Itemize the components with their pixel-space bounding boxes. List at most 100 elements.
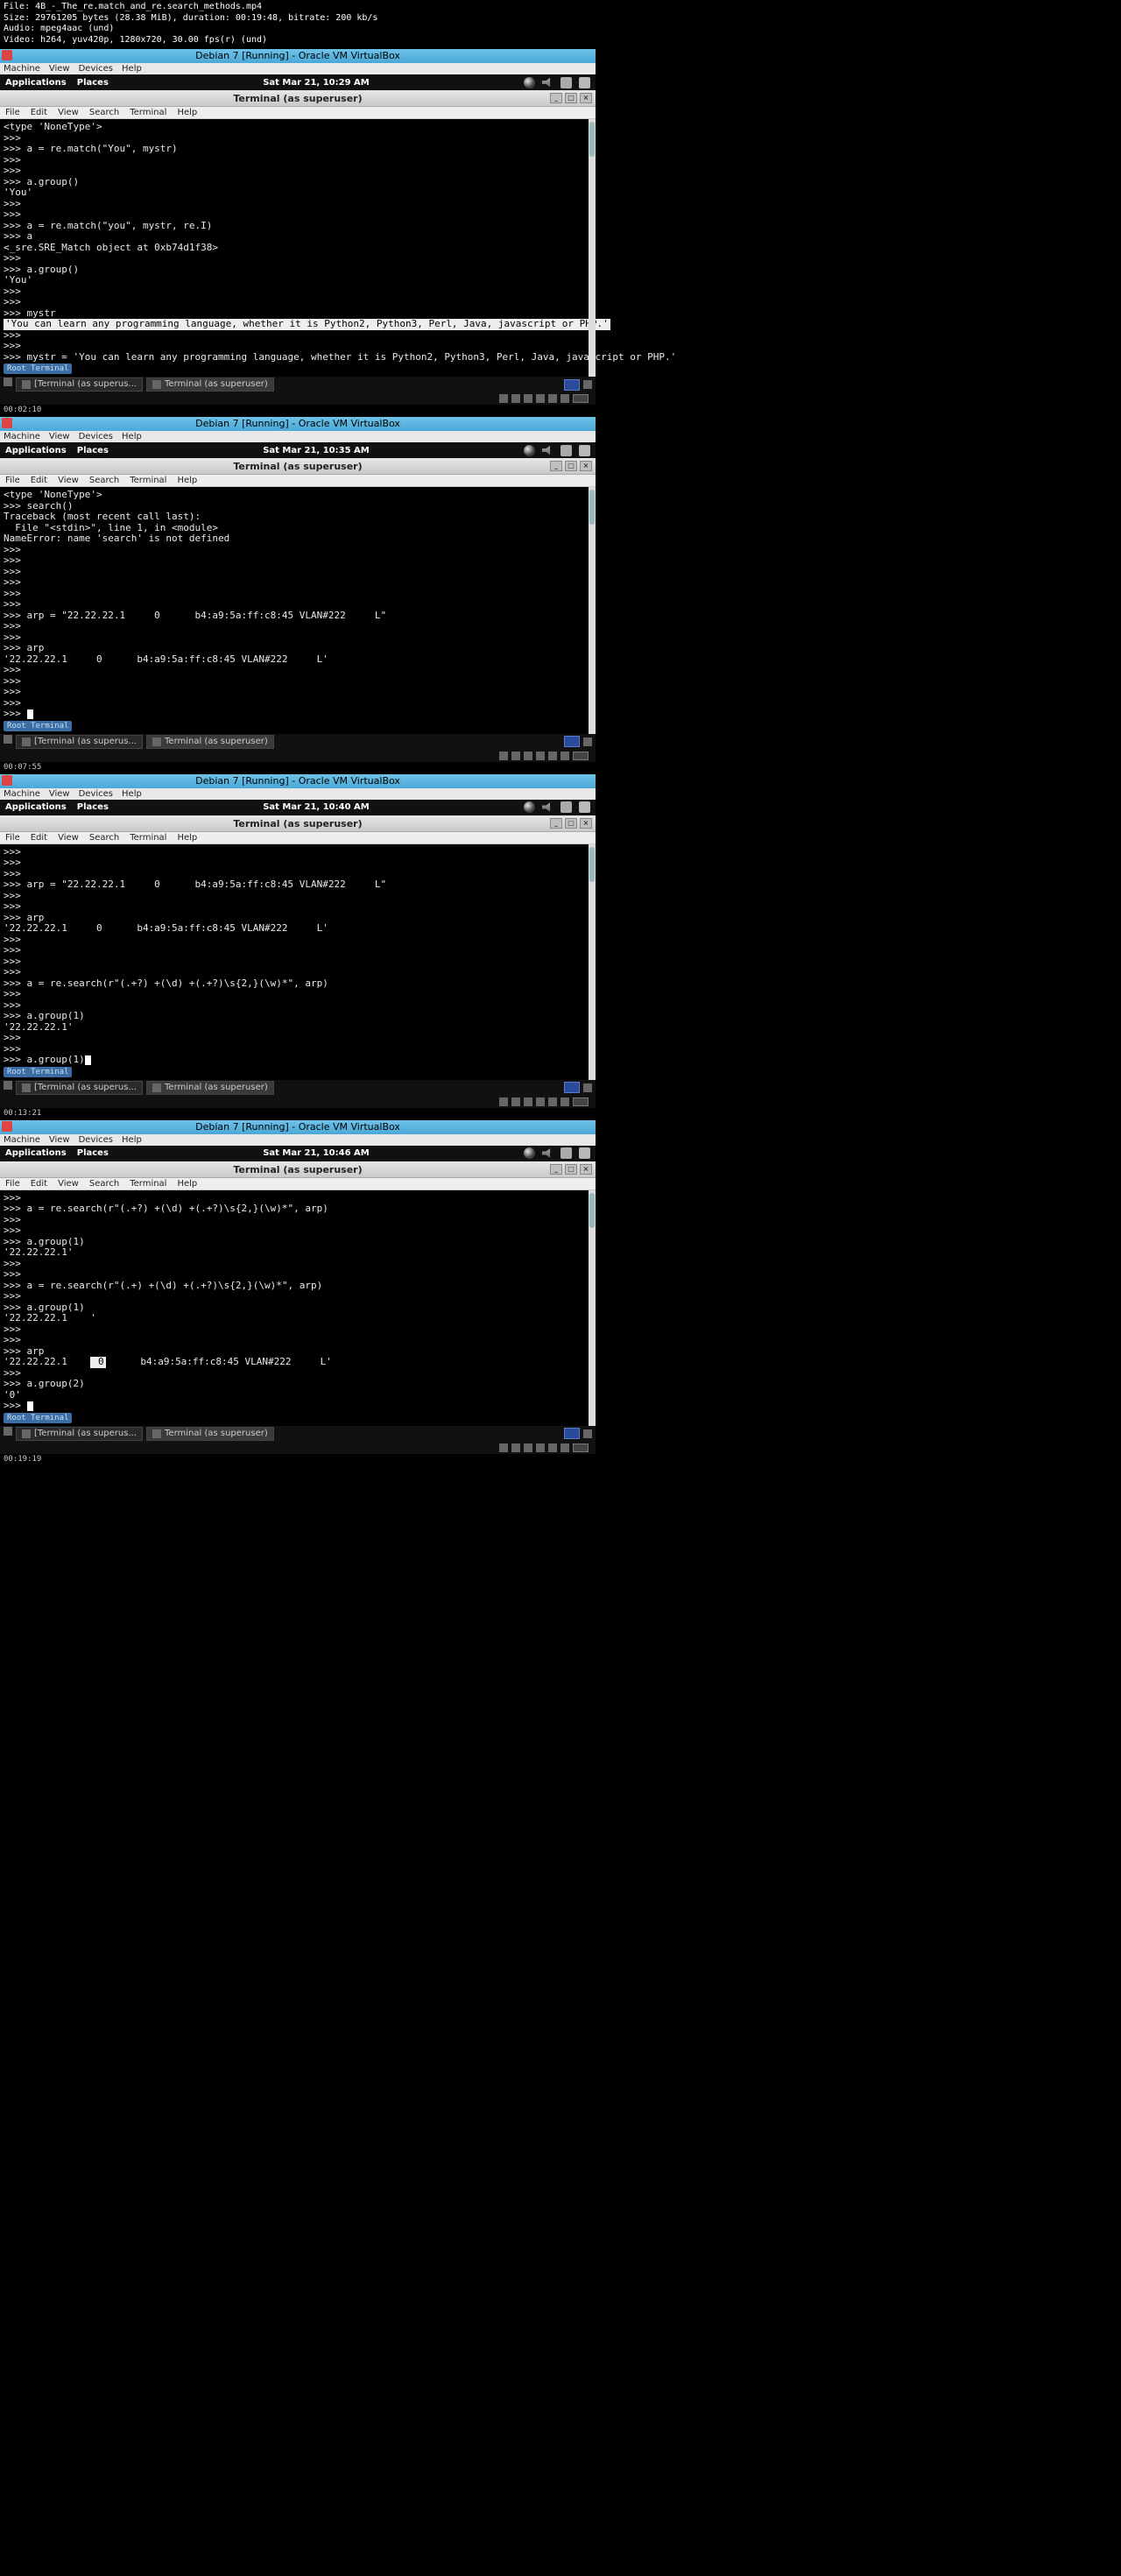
term-menu-item[interactable]: Search — [89, 833, 119, 843]
vbox-menu-item[interactable]: View — [49, 789, 70, 799]
taskbar-button[interactable]: Terminal (as superuser) — [146, 1081, 274, 1095]
shared-icon[interactable] — [548, 1443, 557, 1452]
vbox-menu-item[interactable]: Devices — [79, 64, 113, 74]
usb-icon[interactable] — [536, 1443, 545, 1452]
hd-icon[interactable] — [499, 394, 508, 403]
applications-menu[interactable]: Applications — [5, 78, 67, 88]
cd-icon[interactable] — [511, 1097, 520, 1106]
workspace-indicator[interactable] — [564, 379, 580, 391]
maximize-button[interactable]: □ — [565, 461, 577, 471]
clock[interactable]: Sat Mar 21, 10:29 AM — [263, 78, 370, 88]
taskbar-button[interactable]: [Terminal (as superus... — [16, 1081, 143, 1095]
terminal-titlebar[interactable]: Terminal (as superuser)_□× — [0, 815, 596, 832]
weather-icon[interactable] — [524, 445, 535, 456]
hostkey-indicator[interactable] — [573, 1443, 589, 1452]
applications-menu[interactable]: Applications — [5, 1148, 67, 1158]
vbox-menu-item[interactable]: Machine — [4, 789, 40, 799]
taskbar-button[interactable]: [Terminal (as superus... — [16, 735, 143, 749]
vbox-menu-item[interactable]: Machine — [4, 432, 40, 441]
volume-icon[interactable] — [542, 801, 553, 813]
term-menu-item[interactable]: Terminal — [130, 108, 166, 117]
maximize-button[interactable]: □ — [565, 818, 577, 829]
usb-icon[interactable] — [536, 394, 545, 403]
minimize-button[interactable]: _ — [550, 1164, 562, 1175]
close-button[interactable]: × — [580, 461, 592, 471]
term-menu-item[interactable]: File — [5, 1179, 20, 1189]
net-icon[interactable] — [524, 394, 532, 403]
term-menu-item[interactable]: File — [5, 108, 20, 117]
clock[interactable]: Sat Mar 21, 10:46 AM — [263, 1148, 370, 1158]
term-menu-item[interactable]: Terminal — [130, 476, 166, 485]
mouse-icon[interactable] — [560, 1097, 569, 1106]
show-desktop-icon[interactable] — [4, 735, 12, 744]
weather-icon[interactable] — [524, 801, 535, 813]
minimize-button[interactable]: _ — [550, 93, 562, 103]
shared-icon[interactable] — [548, 1097, 557, 1106]
terminal-titlebar[interactable]: Terminal (as superuser)_□× — [0, 458, 596, 475]
trash-icon[interactable] — [583, 738, 592, 746]
minimize-button[interactable]: _ — [550, 461, 562, 471]
vbox-titlebar[interactable]: Debian 7 [Running] - Oracle VM VirtualBo… — [0, 774, 596, 788]
term-menu-item[interactable]: Terminal — [130, 833, 166, 843]
term-menu-item[interactable]: Search — [89, 1179, 119, 1189]
volume-icon[interactable] — [542, 1147, 553, 1159]
net-icon[interactable] — [524, 752, 532, 760]
trash-icon[interactable] — [583, 1083, 592, 1092]
usb-icon[interactable] — [536, 752, 545, 760]
term-menu-item[interactable]: Edit — [31, 833, 47, 843]
hostkey-indicator[interactable] — [573, 394, 589, 403]
terminal-body[interactable]: >>>>>> a = re.search(r"(.+?) +(\d) +(.+?… — [0, 1190, 596, 1426]
workspace-indicator[interactable] — [564, 1428, 580, 1439]
term-menu-item[interactable]: Edit — [31, 476, 47, 485]
hd-icon[interactable] — [499, 1443, 508, 1452]
disk-icon[interactable] — [560, 445, 572, 456]
vbox-menu-item[interactable]: Devices — [79, 789, 113, 799]
close-button[interactable]: × — [580, 1164, 592, 1175]
term-menu-item[interactable]: File — [5, 833, 20, 843]
index-icon[interactable] — [579, 1147, 590, 1159]
vbox-menu-item[interactable]: View — [49, 432, 70, 441]
net-icon[interactable] — [524, 1097, 532, 1106]
places-menu[interactable]: Places — [77, 78, 109, 88]
weather-icon[interactable] — [524, 1147, 535, 1159]
term-menu-item[interactable]: Edit — [31, 108, 47, 117]
vbox-titlebar[interactable]: Debian 7 [Running] - Oracle VM VirtualBo… — [0, 1120, 596, 1134]
hd-icon[interactable] — [499, 1097, 508, 1106]
show-desktop-icon[interactable] — [4, 378, 12, 386]
hostkey-indicator[interactable] — [573, 752, 589, 760]
shared-icon[interactable] — [548, 752, 557, 760]
vbox-menu-item[interactable]: Machine — [4, 1135, 40, 1145]
disk-icon[interactable] — [560, 801, 572, 813]
net-icon[interactable] — [524, 1443, 532, 1452]
hostkey-indicator[interactable] — [573, 1097, 589, 1106]
vbox-menu-item[interactable]: Devices — [79, 1135, 113, 1145]
show-desktop-icon[interactable] — [4, 1081, 12, 1090]
scrollbar[interactable] — [589, 844, 596, 1080]
volume-icon[interactable] — [542, 77, 553, 88]
applications-menu[interactable]: Applications — [5, 802, 67, 812]
taskbar-button[interactable]: Terminal (as superuser) — [146, 378, 274, 392]
term-menu-item[interactable]: View — [58, 1179, 79, 1189]
mouse-icon[interactable] — [560, 1443, 569, 1452]
places-menu[interactable]: Places — [77, 446, 109, 455]
shared-icon[interactable] — [548, 394, 557, 403]
term-menu-item[interactable]: Edit — [31, 1179, 47, 1189]
vbox-titlebar[interactable]: Debian 7 [Running] - Oracle VM VirtualBo… — [0, 49, 596, 63]
taskbar-button[interactable]: Terminal (as superuser) — [146, 1427, 274, 1441]
weather-icon[interactable] — [524, 77, 535, 88]
vbox-menu-item[interactable]: Help — [122, 432, 142, 441]
term-menu-item[interactable]: Help — [177, 1179, 197, 1189]
mouse-icon[interactable] — [560, 752, 569, 760]
vbox-menu-item[interactable]: Devices — [79, 432, 113, 441]
taskbar-button[interactable]: Terminal (as superuser) — [146, 735, 274, 749]
terminal-body[interactable]: <type 'NoneType'>>>> search()Traceback (… — [0, 487, 596, 734]
term-menu-item[interactable]: File — [5, 476, 20, 485]
vbox-menu-item[interactable]: Machine — [4, 64, 40, 74]
trash-icon[interactable] — [583, 1429, 592, 1438]
vbox-menu-item[interactable]: View — [49, 1135, 70, 1145]
close-button[interactable]: × — [580, 93, 592, 103]
term-menu-item[interactable]: Terminal — [130, 1179, 166, 1189]
taskbar-button[interactable]: [Terminal (as superus... — [16, 1427, 143, 1441]
term-menu-item[interactable]: View — [58, 833, 79, 843]
terminal-body[interactable]: >>>>>>>>>>>> arp = "22.22.22.1 0 b4:a9:5… — [0, 844, 596, 1080]
